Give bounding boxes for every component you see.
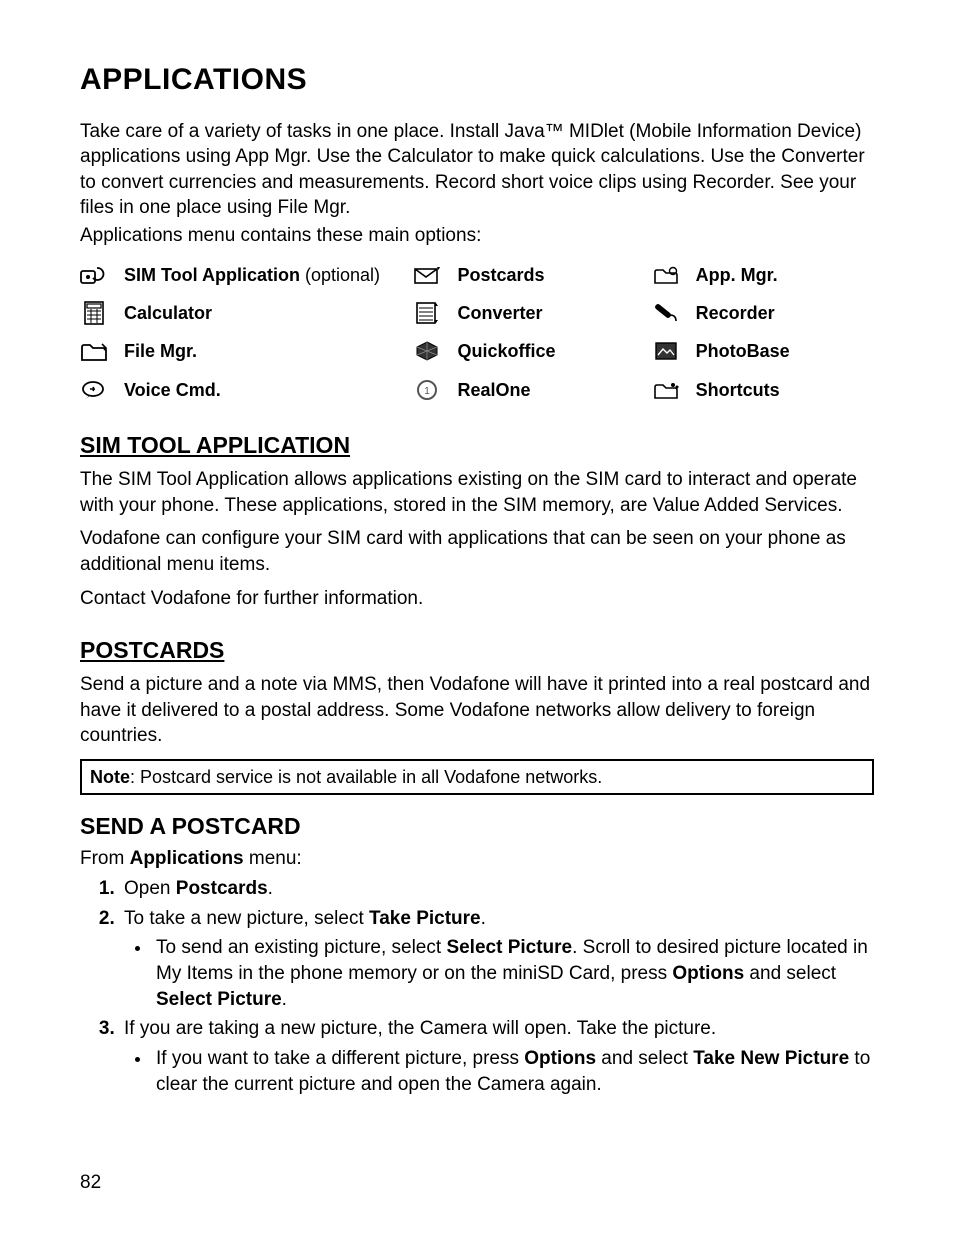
postcards-section: POSTCARDS Send a picture and a note via … — [80, 635, 874, 795]
send-step-2-sub: To send an existing picture, select Sele… — [152, 935, 874, 1012]
intro-paragraph-1: Take care of a variety of tasks in one p… — [80, 119, 874, 222]
intro-paragraph-2: Applications menu contains these main op… — [80, 223, 874, 249]
send-step-3: If you are taking a new picture, the Cam… — [120, 1016, 874, 1097]
app-voice-cmd: Voice Cmd. — [80, 378, 413, 402]
app-label: Voice Cmd. — [124, 378, 221, 402]
realone-icon: 1 — [413, 379, 441, 401]
quickoffice-icon — [413, 340, 441, 362]
app-app-mgr: App. Mgr. — [652, 263, 874, 287]
sim-tool-icon — [80, 264, 108, 286]
send-from-line: From Applications menu: — [80, 846, 874, 872]
app-postcards: Postcards — [413, 263, 651, 287]
app-photobase: PhotoBase — [652, 339, 874, 363]
send-step-2: To take a new picture, select Take Pictu… — [120, 906, 874, 1013]
send-postcard-heading: SEND A POSTCARD — [80, 811, 874, 842]
app-label: File Mgr. — [124, 339, 197, 363]
app-label: Recorder — [696, 301, 775, 325]
converter-icon — [413, 302, 441, 324]
app-quickoffice: Quickoffice — [413, 339, 651, 363]
page-number: 82 — [80, 1170, 101, 1196]
send-step-3-sub: If you want to take a different picture,… — [152, 1046, 874, 1097]
app-label: Calculator — [124, 301, 212, 325]
app-label: Postcards — [457, 263, 544, 287]
sim-p2: Vodafone can configure your SIM card wit… — [80, 526, 874, 577]
app-realone: 1 RealOne — [413, 378, 651, 402]
recorder-icon — [652, 302, 680, 324]
voice-cmd-icon — [80, 379, 108, 401]
page-title: APPLICATIONS — [80, 60, 874, 101]
app-label: SIM Tool Application (optional) — [124, 263, 380, 287]
postcards-note: Note: Postcard service is not available … — [80, 759, 874, 795]
app-label: RealOne — [457, 378, 530, 402]
send-step-1: Open Postcards. — [120, 876, 874, 902]
file-mgr-icon — [80, 340, 108, 362]
app-sim-tool: SIM Tool Application (optional) — [80, 263, 413, 287]
app-label: Shortcuts — [696, 378, 780, 402]
app-label: PhotoBase — [696, 339, 790, 363]
send-step-2-sublist: To send an existing picture, select Sele… — [124, 935, 874, 1012]
app-converter: Converter — [413, 301, 651, 325]
sim-p3: Contact Vodafone for further information… — [80, 586, 874, 612]
postcards-heading: POSTCARDS — [80, 635, 874, 666]
send-steps-list: Open Postcards. To take a new picture, s… — [80, 876, 874, 1097]
calculator-icon — [80, 302, 108, 324]
intro-block: Take care of a variety of tasks in one p… — [80, 119, 874, 249]
applications-grid: SIM Tool Application (optional) Postcard… — [80, 263, 874, 402]
sim-tool-section: SIM TOOL APPLICATION The SIM Tool Applic… — [80, 430, 874, 611]
app-label: App. Mgr. — [696, 263, 778, 287]
postcards-p1: Send a picture and a note via MMS, then … — [80, 672, 874, 749]
app-recorder: Recorder — [652, 301, 874, 325]
sim-p1: The SIM Tool Application allows applicat… — [80, 467, 874, 518]
app-label: Converter — [457, 301, 542, 325]
app-shortcuts: Shortcuts — [652, 378, 874, 402]
shortcuts-icon — [652, 379, 680, 401]
svg-text:1: 1 — [425, 386, 431, 397]
app-calculator: Calculator — [80, 301, 413, 325]
postcards-icon — [413, 264, 441, 286]
app-file-mgr: File Mgr. — [80, 339, 413, 363]
sim-tool-heading: SIM TOOL APPLICATION — [80, 430, 874, 461]
send-postcard-section: SEND A POSTCARD From Applications menu: … — [80, 811, 874, 1097]
photobase-icon — [652, 340, 680, 362]
send-step-3-sublist: If you want to take a different picture,… — [124, 1046, 874, 1097]
app-label: Quickoffice — [457, 339, 555, 363]
app-mgr-icon — [652, 264, 680, 286]
